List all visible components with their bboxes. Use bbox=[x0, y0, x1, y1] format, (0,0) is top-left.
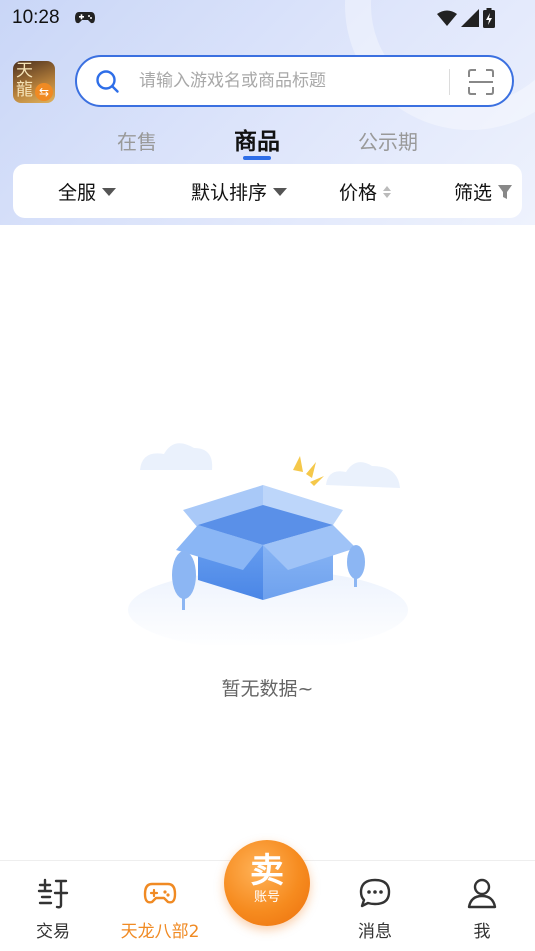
tab-bar: 在售 商品 公示期 bbox=[0, 118, 535, 162]
search-divider bbox=[449, 69, 450, 95]
active-tab-indicator bbox=[243, 156, 271, 160]
caret-down-icon bbox=[273, 187, 288, 196]
search-input[interactable] bbox=[139, 67, 439, 95]
game-notification-icon bbox=[75, 12, 95, 24]
swap-icon: ⇆ bbox=[35, 83, 53, 101]
nav-trade-label: 交易 bbox=[36, 922, 70, 942]
battery-icon bbox=[483, 8, 495, 28]
sell-account-button[interactable]: 卖 账号 bbox=[224, 840, 310, 926]
caret-down-icon bbox=[102, 187, 117, 196]
user-icon bbox=[467, 878, 497, 909]
sort-arrows-icon bbox=[383, 185, 392, 198]
signal-icon bbox=[461, 9, 479, 27]
price-sort[interactable]: 价格 bbox=[339, 178, 392, 205]
status-icons bbox=[437, 8, 495, 28]
server-filter-label: 全服 bbox=[58, 182, 97, 204]
nav-messages[interactable]: 消息 bbox=[335, 877, 415, 942]
trade-icon bbox=[37, 878, 69, 909]
sell-sublabel: 账号 bbox=[253, 890, 280, 905]
price-sort-label: 价格 bbox=[339, 182, 378, 204]
empty-state-message: 暂无数据~ bbox=[221, 678, 314, 700]
sell-label: 卖 bbox=[250, 851, 284, 891]
gamepad-icon bbox=[143, 882, 177, 904]
filter-bar: 全服 默认排序 价格 筛选 bbox=[13, 164, 522, 218]
filter-button-label: 筛选 bbox=[454, 182, 493, 204]
nav-game-label: 天龙八部2 bbox=[120, 922, 200, 942]
search-box[interactable] bbox=[75, 55, 514, 107]
server-filter[interactable]: 全服 bbox=[58, 178, 117, 205]
scan-icon[interactable] bbox=[467, 68, 495, 96]
sort-filter-label: 默认排序 bbox=[191, 182, 268, 204]
nav-me-label: 我 bbox=[473, 922, 491, 942]
search-icon bbox=[96, 70, 119, 93]
funnel-icon bbox=[498, 184, 513, 199]
nav-trade[interactable]: 交易 bbox=[13, 877, 93, 942]
tab-public-period[interactable]: 公示期 bbox=[358, 126, 418, 155]
nav-game[interactable]: 天龙八部2 bbox=[120, 877, 200, 942]
status-time: 10:28 bbox=[12, 7, 60, 28]
nav-messages-label: 消息 bbox=[358, 922, 392, 942]
empty-box-illustration bbox=[128, 443, 408, 645]
tab-on-sale[interactable]: 在售 bbox=[117, 126, 157, 155]
game-switch-avatar[interactable]: 天龍 ⇆ bbox=[13, 61, 55, 103]
status-bar: 10:28 bbox=[0, 0, 535, 36]
filter-button[interactable]: 筛选 bbox=[454, 178, 513, 205]
tab-products[interactable]: 商品 bbox=[234, 122, 280, 156]
nav-me[interactable]: 我 bbox=[442, 877, 522, 942]
sort-filter[interactable]: 默认排序 bbox=[191, 178, 288, 205]
message-icon bbox=[359, 878, 391, 908]
wifi-icon bbox=[437, 10, 457, 26]
